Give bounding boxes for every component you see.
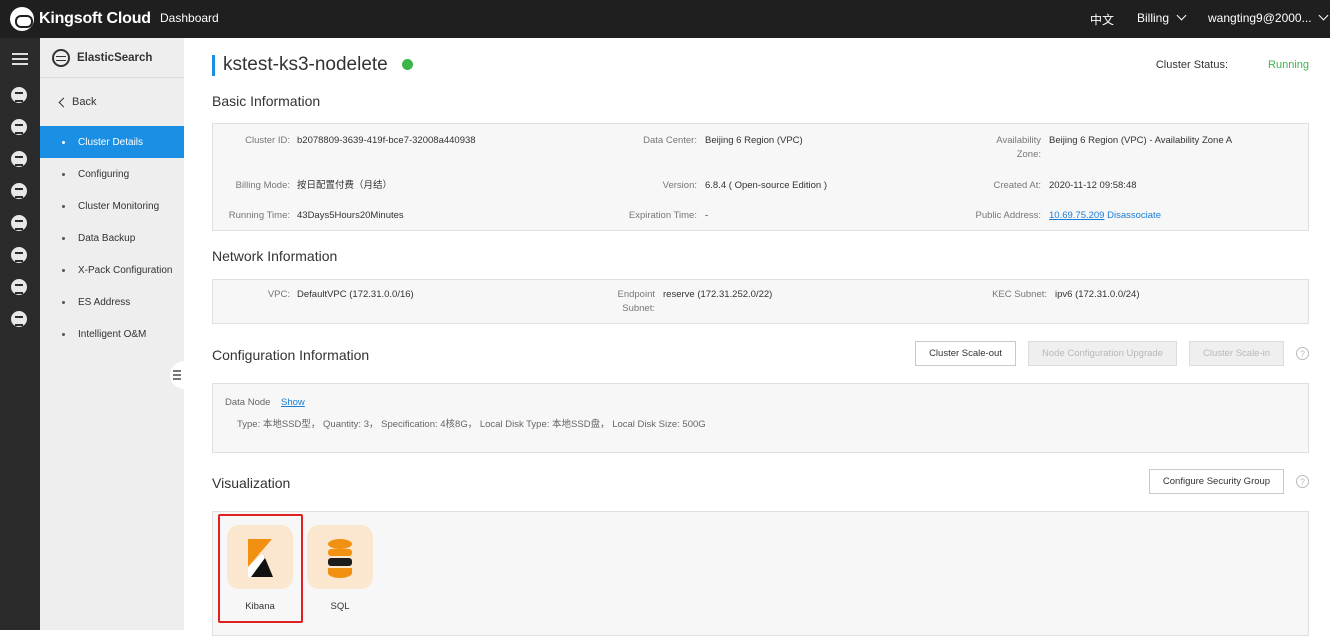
- sidebar-item-xpack-configuration[interactable]: X-Pack Configuration: [40, 254, 184, 286]
- endpoint-subnet-label: Endpoint Subnet:: [617, 289, 655, 314]
- database-icon[interactable]: [11, 87, 27, 103]
- config-info-panel: Data Node Show Type: 本地SSD型， Quantity: 3…: [212, 383, 1309, 453]
- created-at-label: Created At:: [993, 180, 1041, 191]
- created-at-value: 2020-11-12 09:58:48: [1049, 180, 1137, 191]
- visualization-title: Visualization: [212, 475, 291, 491]
- cluster-status-value: Running: [1268, 59, 1309, 71]
- availability-zone-value: Beijing 6 Region (VPC) - Availability Zo…: [1049, 135, 1233, 146]
- help-icon[interactable]: ?: [1296, 475, 1309, 488]
- sidebar-item-cluster-monitoring[interactable]: Cluster Monitoring: [40, 190, 184, 222]
- id-card-icon[interactable]: [11, 311, 27, 327]
- sidebar-item-label: X-Pack Configuration: [78, 264, 173, 276]
- public-address-label: Public Address:: [975, 210, 1041, 221]
- sidebar-item-configuring[interactable]: Configuring: [40, 158, 184, 190]
- billing-mode-value: 按日配置付费（月结）: [297, 180, 393, 191]
- sidebar-item-cluster-details[interactable]: Cluster Details: [40, 126, 184, 158]
- sidebar-header: ElasticSearch: [40, 38, 184, 78]
- sidebar-item-intelligent-om[interactable]: Intelligent O&M: [40, 318, 184, 350]
- brand-name: Kingsoft Cloud: [39, 10, 151, 27]
- vpc-label: VPC:: [267, 289, 290, 300]
- kec-subnet-value: ipv6 (172.31.0.0/24): [1055, 289, 1140, 300]
- data-node-label: Data Node: [225, 397, 271, 408]
- sidebar-item-es-address[interactable]: ES Address: [40, 286, 184, 318]
- back-link[interactable]: Back: [58, 96, 97, 108]
- kingsoft-cloud-logo[interactable]: Kingsoft Cloud: [10, 6, 151, 32]
- version-label: Version:: [662, 180, 697, 191]
- page-title: kstest-ks3-nodelete: [223, 54, 388, 75]
- cluster-id-value: b2078809-3639-419f-bce7-32008a440938: [297, 135, 476, 146]
- running-time-label: Running Time:: [228, 210, 290, 221]
- cluster-scale-in-button[interactable]: Cluster Scale-in: [1189, 341, 1284, 366]
- billing-menu[interactable]: Billing: [1137, 10, 1187, 25]
- top-bar: Kingsoft Cloud Dashboard 中文 Billing wang…: [0, 0, 1330, 38]
- network-info-panel: VPC: DefaultVPC (172.31.0.0/16) Endpoint…: [212, 279, 1309, 324]
- group-icon[interactable]: [11, 119, 27, 135]
- elasticsearch-icon: [52, 48, 70, 67]
- sql-database-icon: [328, 539, 352, 578]
- show-link[interactable]: Show: [281, 396, 305, 410]
- product-icon-rail: [0, 38, 40, 630]
- sidebar-item-label: Configuring: [78, 168, 130, 180]
- vpc-value: DefaultVPC (172.31.0.0/16): [297, 289, 414, 300]
- sidebar-item-label: ES Address: [78, 296, 131, 308]
- cloud-logo-icon: [10, 7, 34, 31]
- data-center-value: Beijing 6 Region (VPC): [705, 135, 803, 146]
- version-value: 6.8.4 ( Open-source Edition ): [705, 180, 827, 191]
- endpoint-subnet-value: reserve (172.31.252.0/22): [663, 289, 773, 300]
- stack-icon[interactable]: [11, 247, 27, 263]
- network-icon[interactable]: [11, 151, 27, 167]
- upload-icon[interactable]: [11, 279, 27, 295]
- availability-zone-label: Availability Zone:: [996, 135, 1041, 160]
- public-address-value: 10.69.75.209 Disassociate: [1049, 209, 1161, 223]
- sidebar-item-label: Data Backup: [78, 232, 136, 244]
- disassociate-link[interactable]: Disassociate: [1107, 210, 1161, 221]
- public-ip-link[interactable]: 10.69.75.209: [1049, 210, 1104, 221]
- basic-info-title: Basic Information: [212, 93, 321, 109]
- running-status-icon: [402, 59, 413, 70]
- cloud-icon[interactable]: [11, 183, 27, 199]
- sidebar-item-label: Cluster Details: [78, 136, 144, 148]
- kec-subnet-label: KEC Subnet:: [992, 289, 1047, 300]
- sidebar-item-label: Intelligent O&M: [78, 328, 147, 340]
- data-node-detail: Type: 本地SSD型， Quantity: 3， Specification…: [237, 419, 706, 430]
- elasticsearch-sidebar: ElasticSearch Back Cluster Details Confi…: [40, 38, 184, 630]
- back-label: Back: [72, 96, 97, 108]
- configure-security-group-button[interactable]: Configure Security Group: [1149, 469, 1284, 494]
- cluster-scale-out-button[interactable]: Cluster Scale-out: [915, 341, 1016, 366]
- data-center-label: Data Center:: [643, 135, 697, 146]
- chevron-left-icon: [58, 97, 69, 107]
- help-icon[interactable]: ?: [1296, 347, 1309, 360]
- running-time-value: 43Days5Hours20Minutes: [297, 210, 404, 221]
- user-name: wangting9@2000...: [1208, 11, 1312, 25]
- menu-icon[interactable]: [12, 53, 28, 65]
- config-info-title: Configuration Information: [212, 347, 370, 363]
- network-info-title: Network Information: [212, 248, 338, 264]
- expiration-time-label: Expiration Time:: [628, 210, 697, 221]
- node-configuration-upgrade-button[interactable]: Node Configuration Upgrade: [1028, 341, 1177, 366]
- billing-label: Billing: [1137, 11, 1170, 25]
- main-content: kstest-ks3-nodelete Cluster Status: Runn…: [184, 38, 1330, 636]
- storage-icon[interactable]: [11, 215, 27, 231]
- chevron-down-icon: [1176, 10, 1187, 21]
- chevron-down-icon: [1318, 10, 1329, 21]
- dashboard-link[interactable]: Dashboard: [160, 11, 219, 25]
- user-menu[interactable]: wangting9@2000...: [1208, 10, 1329, 25]
- sidebar-item-data-backup[interactable]: Data Backup: [40, 222, 184, 254]
- basic-info-panel: Cluster ID: b2078809-3639-419f-bce7-3200…: [212, 123, 1309, 231]
- sql-label: SQL: [330, 601, 350, 612]
- expiration-time-value: -: [705, 210, 709, 221]
- cluster-id-label: Cluster ID:: [245, 135, 290, 146]
- billing-mode-label: Billing Mode:: [235, 180, 290, 191]
- sidebar-title: ElasticSearch: [77, 51, 153, 64]
- title-accent-bar: [212, 55, 215, 76]
- kibana-highlight-box: [218, 514, 303, 623]
- language-switch[interactable]: 中文: [1090, 11, 1114, 28]
- cluster-status-label: Cluster Status:: [1155, 59, 1228, 71]
- sidebar-item-label: Cluster Monitoring: [78, 200, 160, 212]
- sql-tile[interactable]: [307, 525, 373, 589]
- visualization-panel: [212, 511, 1309, 636]
